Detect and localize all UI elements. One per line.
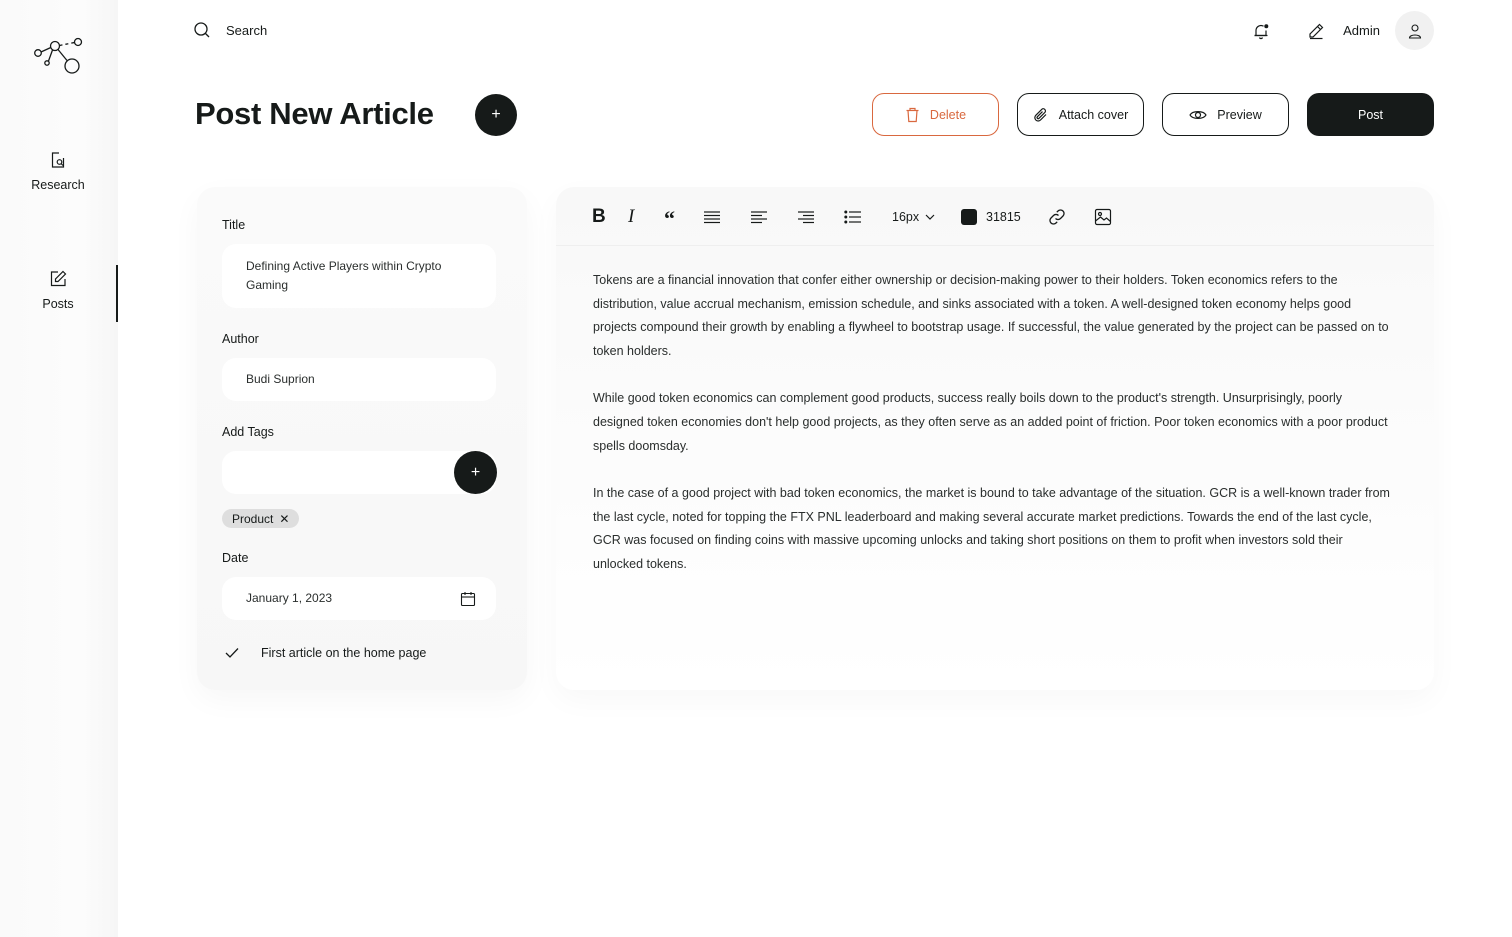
- pen-icon[interactable]: [1306, 21, 1326, 41]
- date-label: Date: [222, 551, 249, 565]
- active-indicator: [116, 265, 118, 322]
- color-swatch: [961, 209, 977, 225]
- post-button[interactable]: Post: [1307, 93, 1434, 136]
- editor-paragraph: Tokens are a financial innovation that c…: [593, 273, 1389, 359]
- editor-paragraph: While good token economics can complemen…: [593, 391, 1388, 453]
- editor-paragraph: In the case of a good project with bad t…: [593, 485, 1390, 572]
- tag-chip-label: Product: [232, 511, 274, 526]
- date-value: January 1, 2023: [246, 591, 333, 605]
- italic-button[interactable]: I: [628, 206, 634, 227]
- author-value: Budi Suprion: [246, 372, 315, 386]
- quote-button[interactable]: “: [664, 206, 675, 231]
- attach-cover-button[interactable]: Attach cover: [1017, 93, 1144, 136]
- trash-icon: [906, 107, 919, 122]
- date-input[interactable]: January 1, 2023: [222, 577, 496, 620]
- eye-icon: [1189, 110, 1207, 119]
- sidebar-item-research[interactable]: Research: [0, 150, 116, 192]
- bell-icon[interactable]: [1251, 21, 1271, 41]
- title-input[interactable]: Defining Active Players within Crypto Ga…: [222, 244, 496, 308]
- author-label: Author: [222, 332, 259, 346]
- align-left-icon: [751, 211, 767, 224]
- post-label: Post: [1357, 107, 1383, 122]
- font-size-select[interactable]: 16px: [892, 207, 935, 227]
- insert-image-button[interactable]: [1094, 207, 1112, 227]
- bold-button[interactable]: B: [592, 206, 606, 227]
- home-page-label: First article on the home page: [261, 646, 427, 660]
- tag-chip: Product ✕: [222, 509, 300, 528]
- article-details-card: Title Defining Active Players within Cry…: [197, 187, 527, 690]
- page-title: Post New Article: [195, 96, 434, 131]
- editor-card: B I “ 16px 31815 Tokens are a financial …: [556, 187, 1434, 690]
- title-value: Defining Active Players within Crypto Ga…: [246, 259, 442, 292]
- plus-icon: +: [470, 463, 481, 481]
- check-icon: [225, 648, 239, 658]
- add-tag-button[interactable]: +: [454, 451, 497, 494]
- font-size-value: 16px: [892, 210, 920, 224]
- sidebar-item-posts[interactable]: Posts: [0, 269, 116, 311]
- calendar-icon[interactable]: [460, 591, 476, 607]
- align-right-icon: [798, 211, 814, 224]
- image-icon: [1094, 208, 1112, 226]
- text-color-picker[interactable]: 31815: [961, 207, 1021, 227]
- search-label: Search: [226, 22, 268, 38]
- paperclip-icon: [1034, 107, 1047, 122]
- search-icon: [194, 22, 210, 38]
- link-icon: [1049, 209, 1065, 225]
- topbar-actions: Admin: [1251, 11, 1434, 50]
- add-article-button[interactable]: +: [475, 94, 517, 136]
- author-input[interactable]: Budi Suprion: [222, 358, 496, 401]
- bullet-list-button[interactable]: [844, 207, 862, 227]
- tags-label: Add Tags: [222, 425, 274, 439]
- preview-label: Preview: [1217, 107, 1262, 122]
- search-bar[interactable]: Search: [193, 21, 267, 39]
- color-code: 31815: [986, 210, 1021, 224]
- user-icon: [1408, 23, 1421, 39]
- align-justify-icon: [704, 211, 720, 224]
- editor-content[interactable]: Tokens are a financial innovation that c…: [593, 269, 1393, 600]
- attach-cover-label: Attach cover: [1058, 107, 1129, 122]
- user-name[interactable]: Admin: [1343, 23, 1380, 38]
- plus-icon: +: [491, 106, 501, 123]
- close-icon[interactable]: ✕: [279, 512, 289, 526]
- sidebar: Research Posts: [0, 0, 118, 937]
- research-icon: [51, 152, 65, 168]
- insert-link-button[interactable]: [1047, 207, 1067, 227]
- posts-icon: [50, 270, 67, 287]
- align-left-button[interactable]: [750, 207, 768, 227]
- title-label: Title: [222, 218, 246, 232]
- sidebar-item-label: Posts: [42, 297, 74, 311]
- chevron-down-icon: [925, 214, 935, 220]
- editor-toolbar: B I “ 16px 31815: [556, 187, 1434, 246]
- home-page-checkbox[interactable]: First article on the home page: [225, 646, 426, 660]
- delete-label: Delete: [929, 107, 967, 122]
- preview-button[interactable]: Preview: [1162, 93, 1289, 136]
- list-icon: [844, 210, 861, 224]
- avatar[interactable]: [1395, 11, 1434, 50]
- sidebar-item-label: Research: [31, 178, 85, 192]
- delete-button[interactable]: Delete: [872, 93, 999, 136]
- logo-icon[interactable]: [33, 37, 83, 77]
- align-right-button[interactable]: [797, 207, 815, 227]
- align-justify-button[interactable]: [703, 207, 721, 227]
